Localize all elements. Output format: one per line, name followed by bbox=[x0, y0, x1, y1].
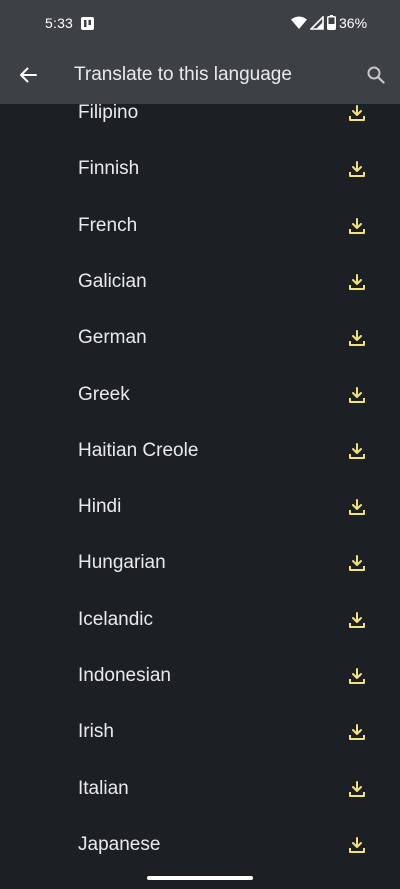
status-bar: 5:33 36% bbox=[0, 0, 400, 48]
language-label: Greek bbox=[78, 383, 130, 405]
download-button[interactable] bbox=[343, 718, 371, 746]
download-icon bbox=[349, 273, 365, 290]
app-header: 5:33 36% Translate to this language bbox=[0, 0, 400, 104]
language-item[interactable]: Japanese bbox=[0, 817, 400, 873]
download-button[interactable] bbox=[343, 437, 371, 465]
download-icon bbox=[349, 442, 365, 459]
language-label: Japanese bbox=[78, 833, 161, 855]
download-button[interactable] bbox=[343, 212, 371, 240]
language-item[interactable]: Italian bbox=[0, 761, 400, 817]
language-item[interactable]: Indonesian bbox=[0, 648, 400, 704]
language-item[interactable]: Hungarian bbox=[0, 535, 400, 591]
download-button[interactable] bbox=[343, 606, 371, 634]
download-icon bbox=[349, 668, 365, 684]
wifi-icon bbox=[291, 16, 307, 30]
notification-icon bbox=[81, 17, 94, 30]
language-label: German bbox=[78, 327, 147, 349]
download-icon bbox=[349, 780, 365, 797]
language-item[interactable]: Filipino bbox=[0, 104, 400, 141]
search-icon bbox=[367, 66, 385, 84]
download-button[interactable] bbox=[343, 662, 371, 690]
download-button[interactable] bbox=[343, 268, 371, 296]
language-item[interactable]: Haitian Creole bbox=[0, 423, 400, 479]
language-item[interactable]: German bbox=[0, 310, 400, 366]
language-item[interactable]: Galician bbox=[0, 254, 400, 310]
language-item[interactable]: Irish bbox=[0, 704, 400, 760]
download-icon bbox=[349, 330, 365, 347]
download-icon bbox=[349, 724, 365, 741]
status-time: 5:33 bbox=[45, 15, 74, 31]
language-label: Galician bbox=[78, 270, 147, 292]
download-button[interactable] bbox=[343, 775, 371, 803]
download-button[interactable] bbox=[343, 155, 371, 183]
download-icon bbox=[349, 836, 365, 853]
download-icon bbox=[349, 499, 365, 516]
back-button[interactable] bbox=[10, 57, 46, 93]
download-icon bbox=[349, 105, 365, 121]
battery-icon bbox=[327, 15, 336, 30]
arrow-back-icon bbox=[20, 67, 37, 83]
language-label: Indonesian bbox=[78, 665, 171, 686]
download-button[interactable] bbox=[343, 104, 371, 127]
signal-icon bbox=[309, 15, 324, 30]
battery-percentage: 36% bbox=[339, 15, 368, 31]
language-item[interactable]: Greek bbox=[0, 367, 400, 423]
page-title: Translate to this language bbox=[74, 64, 292, 85]
download-button[interactable] bbox=[343, 324, 371, 352]
download-icon bbox=[349, 555, 365, 572]
download-button[interactable] bbox=[343, 831, 371, 859]
download-button[interactable] bbox=[343, 381, 371, 409]
language-label: Filipino bbox=[78, 104, 139, 123]
language-item[interactable]: Finnish bbox=[0, 141, 400, 197]
language-label: Haitian Creole bbox=[78, 439, 199, 461]
language-label: Icelandic bbox=[78, 608, 153, 630]
gesture-nav-handle[interactable] bbox=[147, 876, 253, 880]
language-item[interactable]: Icelandic bbox=[0, 592, 400, 648]
language-label: Finnish bbox=[78, 158, 140, 180]
search-button[interactable] bbox=[358, 57, 394, 93]
language-label: French bbox=[78, 214, 138, 236]
download-icon bbox=[349, 611, 365, 628]
download-icon bbox=[349, 386, 365, 403]
language-item[interactable]: Hindi bbox=[0, 479, 400, 535]
language-label: Irish bbox=[78, 721, 114, 743]
download-icon bbox=[349, 161, 365, 178]
language-label: Hungarian bbox=[78, 552, 166, 574]
app-screen: 5:33 36% Translate to this language Fili… bbox=[0, 0, 400, 889]
language-item[interactable]: French bbox=[0, 198, 400, 254]
language-label: Hindi bbox=[78, 496, 122, 518]
language-list: Filipino Finnish French Galician German Greek… bbox=[0, 104, 400, 889]
toolbar: Translate to this language bbox=[0, 48, 400, 104]
download-button[interactable] bbox=[343, 493, 371, 521]
language-label: Italian bbox=[78, 777, 129, 799]
download-icon bbox=[349, 217, 365, 234]
download-button[interactable] bbox=[343, 549, 371, 577]
